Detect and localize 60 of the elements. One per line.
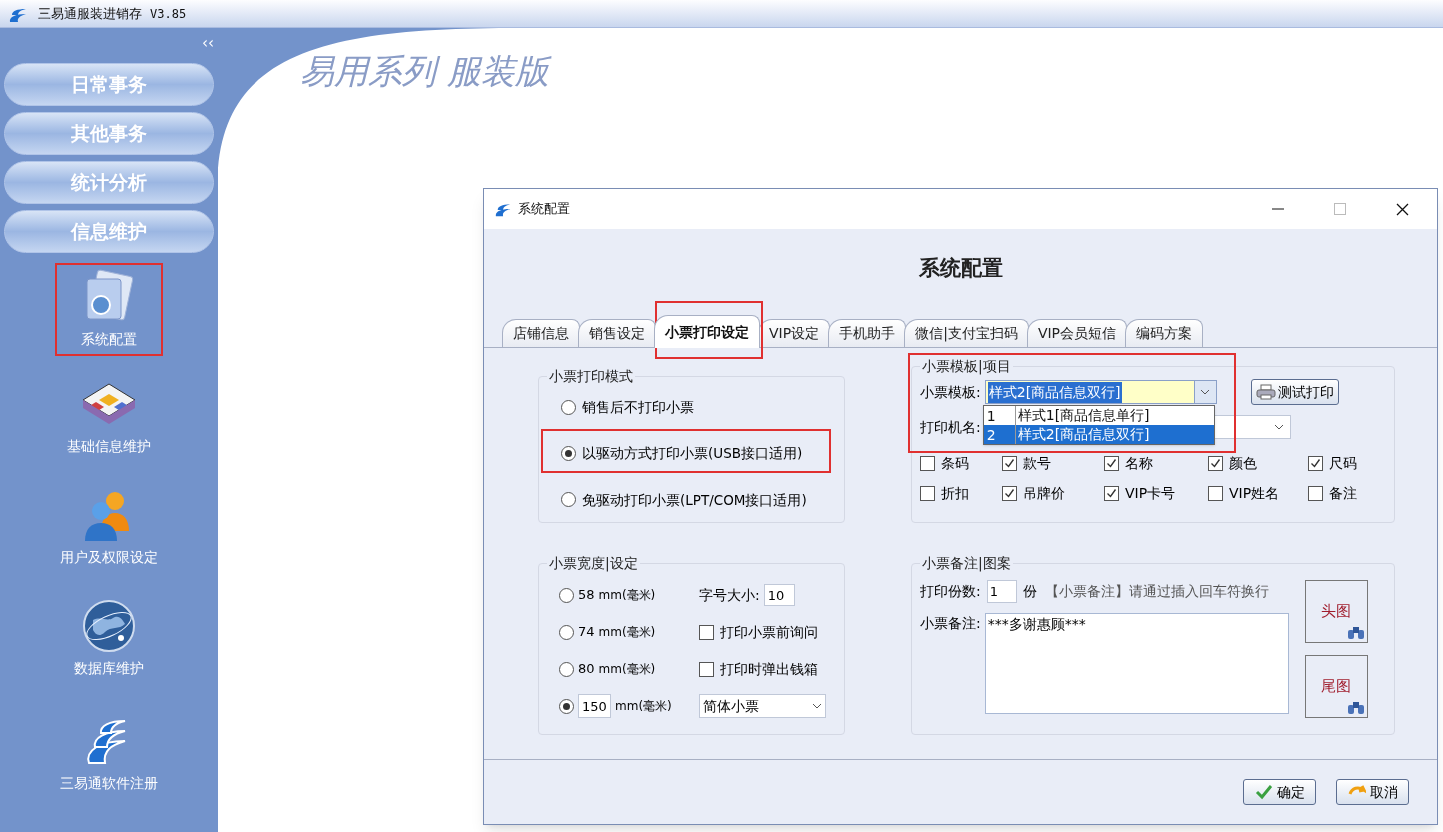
checkbox-label: 条码 (941, 454, 969, 473)
cancel-button[interactable]: 取消 (1336, 779, 1409, 805)
tab[interactable]: VIP会员短信 (1026, 319, 1128, 347)
width-value: 58 (578, 586, 595, 605)
tab[interactable]: 编码方案 (1125, 319, 1204, 347)
tab[interactable]: 手机助手 (828, 319, 907, 347)
group-title: 小票模板|项目 (920, 356, 1013, 377)
group-title: 小票备注|图案 (920, 553, 1013, 574)
dialog-heading: 系统配置 (918, 254, 1003, 282)
app-title: 三易通服装进销存 (38, 4, 142, 23)
checkbox-label: VIP姓名 (1229, 484, 1280, 503)
checkbox-label: 折扣 (941, 484, 969, 503)
checkbox-label: 名称 (1125, 454, 1153, 473)
unit-label: mm(毫米) (615, 698, 672, 715)
radio-label: 以驱动方式打印小票(USB接口适用) (582, 444, 803, 464)
checkbox-label: 吊牌价 (1023, 484, 1065, 503)
image-button[interactable]: 头图 (1304, 580, 1368, 643)
tab[interactable]: VIP设定 (758, 319, 831, 347)
width-field[interactable]: 150 (578, 694, 611, 718)
unit-label: mm(毫米) (598, 624, 656, 641)
checkbox-label: 打印时弹出钱箱 (720, 659, 818, 679)
test-print-button[interactable]: 测试打印 (1250, 379, 1339, 405)
hint-text: 【小票备注】请通过插入回车符换行 (1044, 582, 1269, 602)
copies-field[interactable]: 1 (986, 580, 1017, 603)
sidebar-label: 系统配置 (81, 330, 137, 349)
unit-label: mm(毫米) (598, 661, 656, 678)
radio-label: 免驱动打印小票(LPT/COM接口适用) (582, 490, 807, 510)
image-button[interactable]: 尾图 (1304, 655, 1368, 718)
sidebar-label: 三易通软件注册 (60, 774, 158, 793)
checkbox-label: 颜色 (1229, 454, 1257, 473)
field-label: 小票模板: (920, 382, 981, 402)
field-label: 打印份数: (920, 582, 981, 601)
width-value: 74 (578, 623, 595, 642)
checkbox-label: 款号 (1023, 454, 1051, 473)
font-size-field[interactable]: 10 (763, 584, 795, 606)
checkbox-label: VIP卡号 (1125, 484, 1176, 503)
note-field[interactable]: ***多谢惠顾*** (984, 613, 1289, 714)
ok-button[interactable]: 确定 (1243, 779, 1316, 805)
field-label: 打印机名: (920, 417, 981, 437)
tab[interactable]: 微信|支付宝扫码 (904, 319, 1029, 347)
sidebar-label: 数据库维护 (74, 659, 144, 678)
tab[interactable]: 店铺信息 (502, 319, 580, 347)
checkbox-label: 备注 (1329, 484, 1357, 503)
unit-label: mm(毫米) (598, 587, 656, 604)
width-value: 80 (578, 660, 595, 679)
tab[interactable]: 销售设定 (578, 319, 656, 347)
field-label: 小票备注: (920, 614, 981, 633)
checkbox-label: 尺码 (1329, 454, 1357, 473)
tab[interactable]: 小票打印设定 (654, 315, 760, 348)
dialog-title: 系统配置 (518, 200, 570, 219)
dropdown-option[interactable]: 2 样式2[商品信息双行] (983, 425, 1214, 444)
ticket-language-select[interactable]: 简体小票 (699, 694, 826, 718)
app-version: V3.85 (150, 5, 187, 23)
sidebar-label: 基础信息维护 (67, 437, 151, 456)
copies-unit: 份 (1022, 582, 1037, 601)
checkbox-label: 打印小票前询问 (720, 622, 818, 642)
field-label: 字号大小: (699, 585, 760, 605)
radio-label: 销售后不打印小票 (582, 398, 694, 417)
group-title: 小票宽度|设定 (547, 553, 640, 574)
sidebar-label: 用户及权限设定 (60, 548, 158, 567)
